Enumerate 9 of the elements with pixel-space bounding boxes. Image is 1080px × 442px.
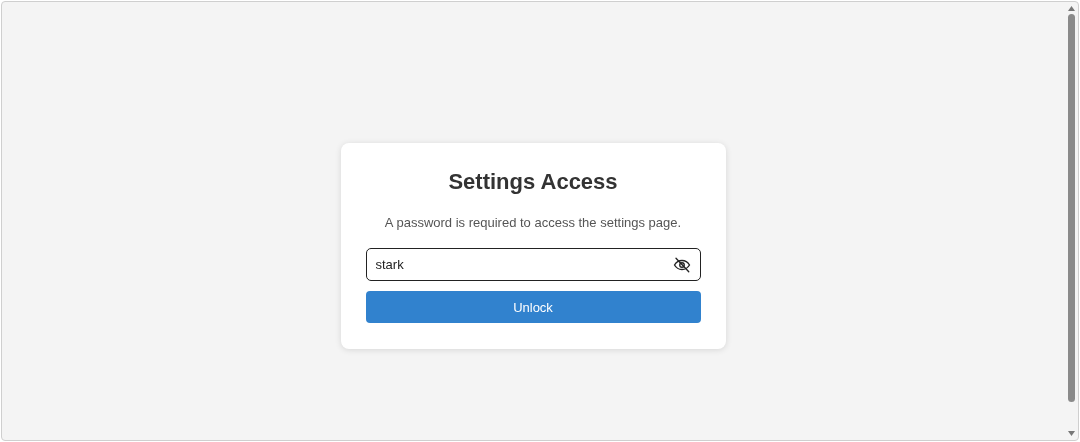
password-field[interactable]: stark bbox=[365, 248, 701, 282]
dialog-title: Settings Access bbox=[447, 168, 619, 195]
eye-slash-icon[interactable] bbox=[672, 255, 691, 274]
dialog-description: A password is required to access the settings page. bbox=[383, 213, 683, 232]
scrollbar-thumb[interactable] bbox=[1067, 14, 1075, 402]
unlock-button[interactable]: Unlock bbox=[365, 291, 701, 324]
scroll-down-icon[interactable] bbox=[1067, 431, 1075, 436]
password-input[interactable]: stark bbox=[375, 255, 673, 275]
scroll-up-icon[interactable] bbox=[1067, 6, 1075, 11]
